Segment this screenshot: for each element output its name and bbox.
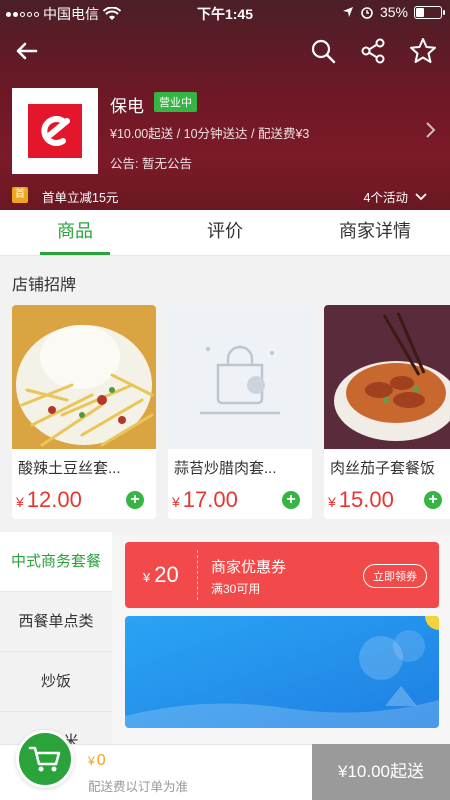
product-price: ¥15.00 [328,487,394,512]
shopping-cart-button[interactable] [16,730,74,788]
battery-icon [414,5,445,19]
alarm-icon [361,7,373,19]
category-item[interactable]: 西餐单点类 [0,592,112,652]
cart-total: ¥0 [88,752,106,769]
store-logo [12,88,98,174]
top-nav [0,34,450,70]
tab-store-details[interactable]: 商家详情 [300,210,450,255]
add-to-cart-button[interactable]: + [424,491,442,509]
chevron-down-icon [415,192,427,200]
back-arrow-icon[interactable] [12,36,42,66]
status-badge: 营业中 [154,92,197,112]
product-name: 蒜苔炒腊肉套... [174,460,277,477]
status-bar: 中国电信 下午1:45 35% [0,0,450,26]
tab-reviews[interactable]: 评价 [150,210,300,255]
delivery-info: ¥10.00起送 / 10分钟送达 / 配送费¥3 [110,127,310,141]
product-price: ¥12.00 [16,487,82,512]
product-card[interactable]: 酸辣土豆丝套... ¥12.00 + [12,305,156,519]
placeholder-bag-icon [168,305,312,449]
store-tabs: 商品 评价 商家详情 [0,210,450,256]
coupon-amount: ¥20 [143,562,179,587]
promo-banner[interactable] [125,616,439,728]
delivery-fee-note: 配送费以订单为准 [88,780,189,794]
coupon-condition: 满30可用 [211,582,261,596]
location-arrow-icon [342,7,353,17]
activities-toggle[interactable]: 4个活动 [364,187,428,206]
store-coupon: ¥20 商家优惠券 满30可用 立即领券 [125,542,439,608]
first-order-badge: 首 [12,187,28,203]
product-name: 肉丝茄子套餐饭 [330,460,436,477]
category-item[interactable]: 炒饭 [0,652,112,712]
signboard-section: 店铺招牌 酸辣土豆丝套... ¥12.00 + 蒜苔炒腊肉套... ¥ 17.0… [0,257,450,531]
coupon-title: 商家优惠券 [211,559,287,576]
add-to-cart-button[interactable]: + [282,491,300,509]
menu-section: 中式商务套餐 西餐单点类 炒饭 卤肉米 ¥20 商家优惠券 满30可用 立即领券 [0,532,450,744]
promo-text: 首单立减15元 [42,191,119,205]
product-card[interactable]: 肉丝茄子套餐饭 ¥15.00 + [324,305,450,519]
category-item[interactable]: 中式商务套餐 [0,532,112,592]
store-name: 保电 [110,97,144,116]
store-logo-mark [41,116,70,146]
section-title: 店铺招牌 [12,277,77,294]
shopping-cart-icon [28,746,61,772]
product-name: 酸辣土豆丝套... [18,460,121,477]
product-card[interactable]: 蒜苔炒腊肉套... ¥17.00 + [168,305,312,519]
product-image-eggplant-pot [324,305,450,449]
category-sidebar: 中式商务套餐 西餐单点类 炒饭 卤肉米 [0,532,112,744]
share-icon[interactable] [358,36,388,66]
checkout-button[interactable]: ¥10.00起送 [312,744,450,800]
chevron-right-icon[interactable] [424,120,438,140]
product-image-potato-rice [12,305,156,449]
claim-coupon-button[interactable]: 立即领券 [363,564,427,588]
tab-products[interactable]: 商品 [0,210,150,255]
activities-label: 4个活动 [363,191,408,205]
store-header: 中国电信 下午1:45 35% 保电 营业中 ¥10.00起送 / 10分钟送达… [0,0,450,210]
add-to-cart-button[interactable]: + [126,491,144,509]
search-icon[interactable] [308,36,338,66]
favorite-star-icon[interactable] [408,36,438,66]
product-price: ¥17.00 [172,487,238,512]
store-notice: 公告: 暂无公告 [110,157,192,171]
battery-percent: 35% [379,4,408,20]
